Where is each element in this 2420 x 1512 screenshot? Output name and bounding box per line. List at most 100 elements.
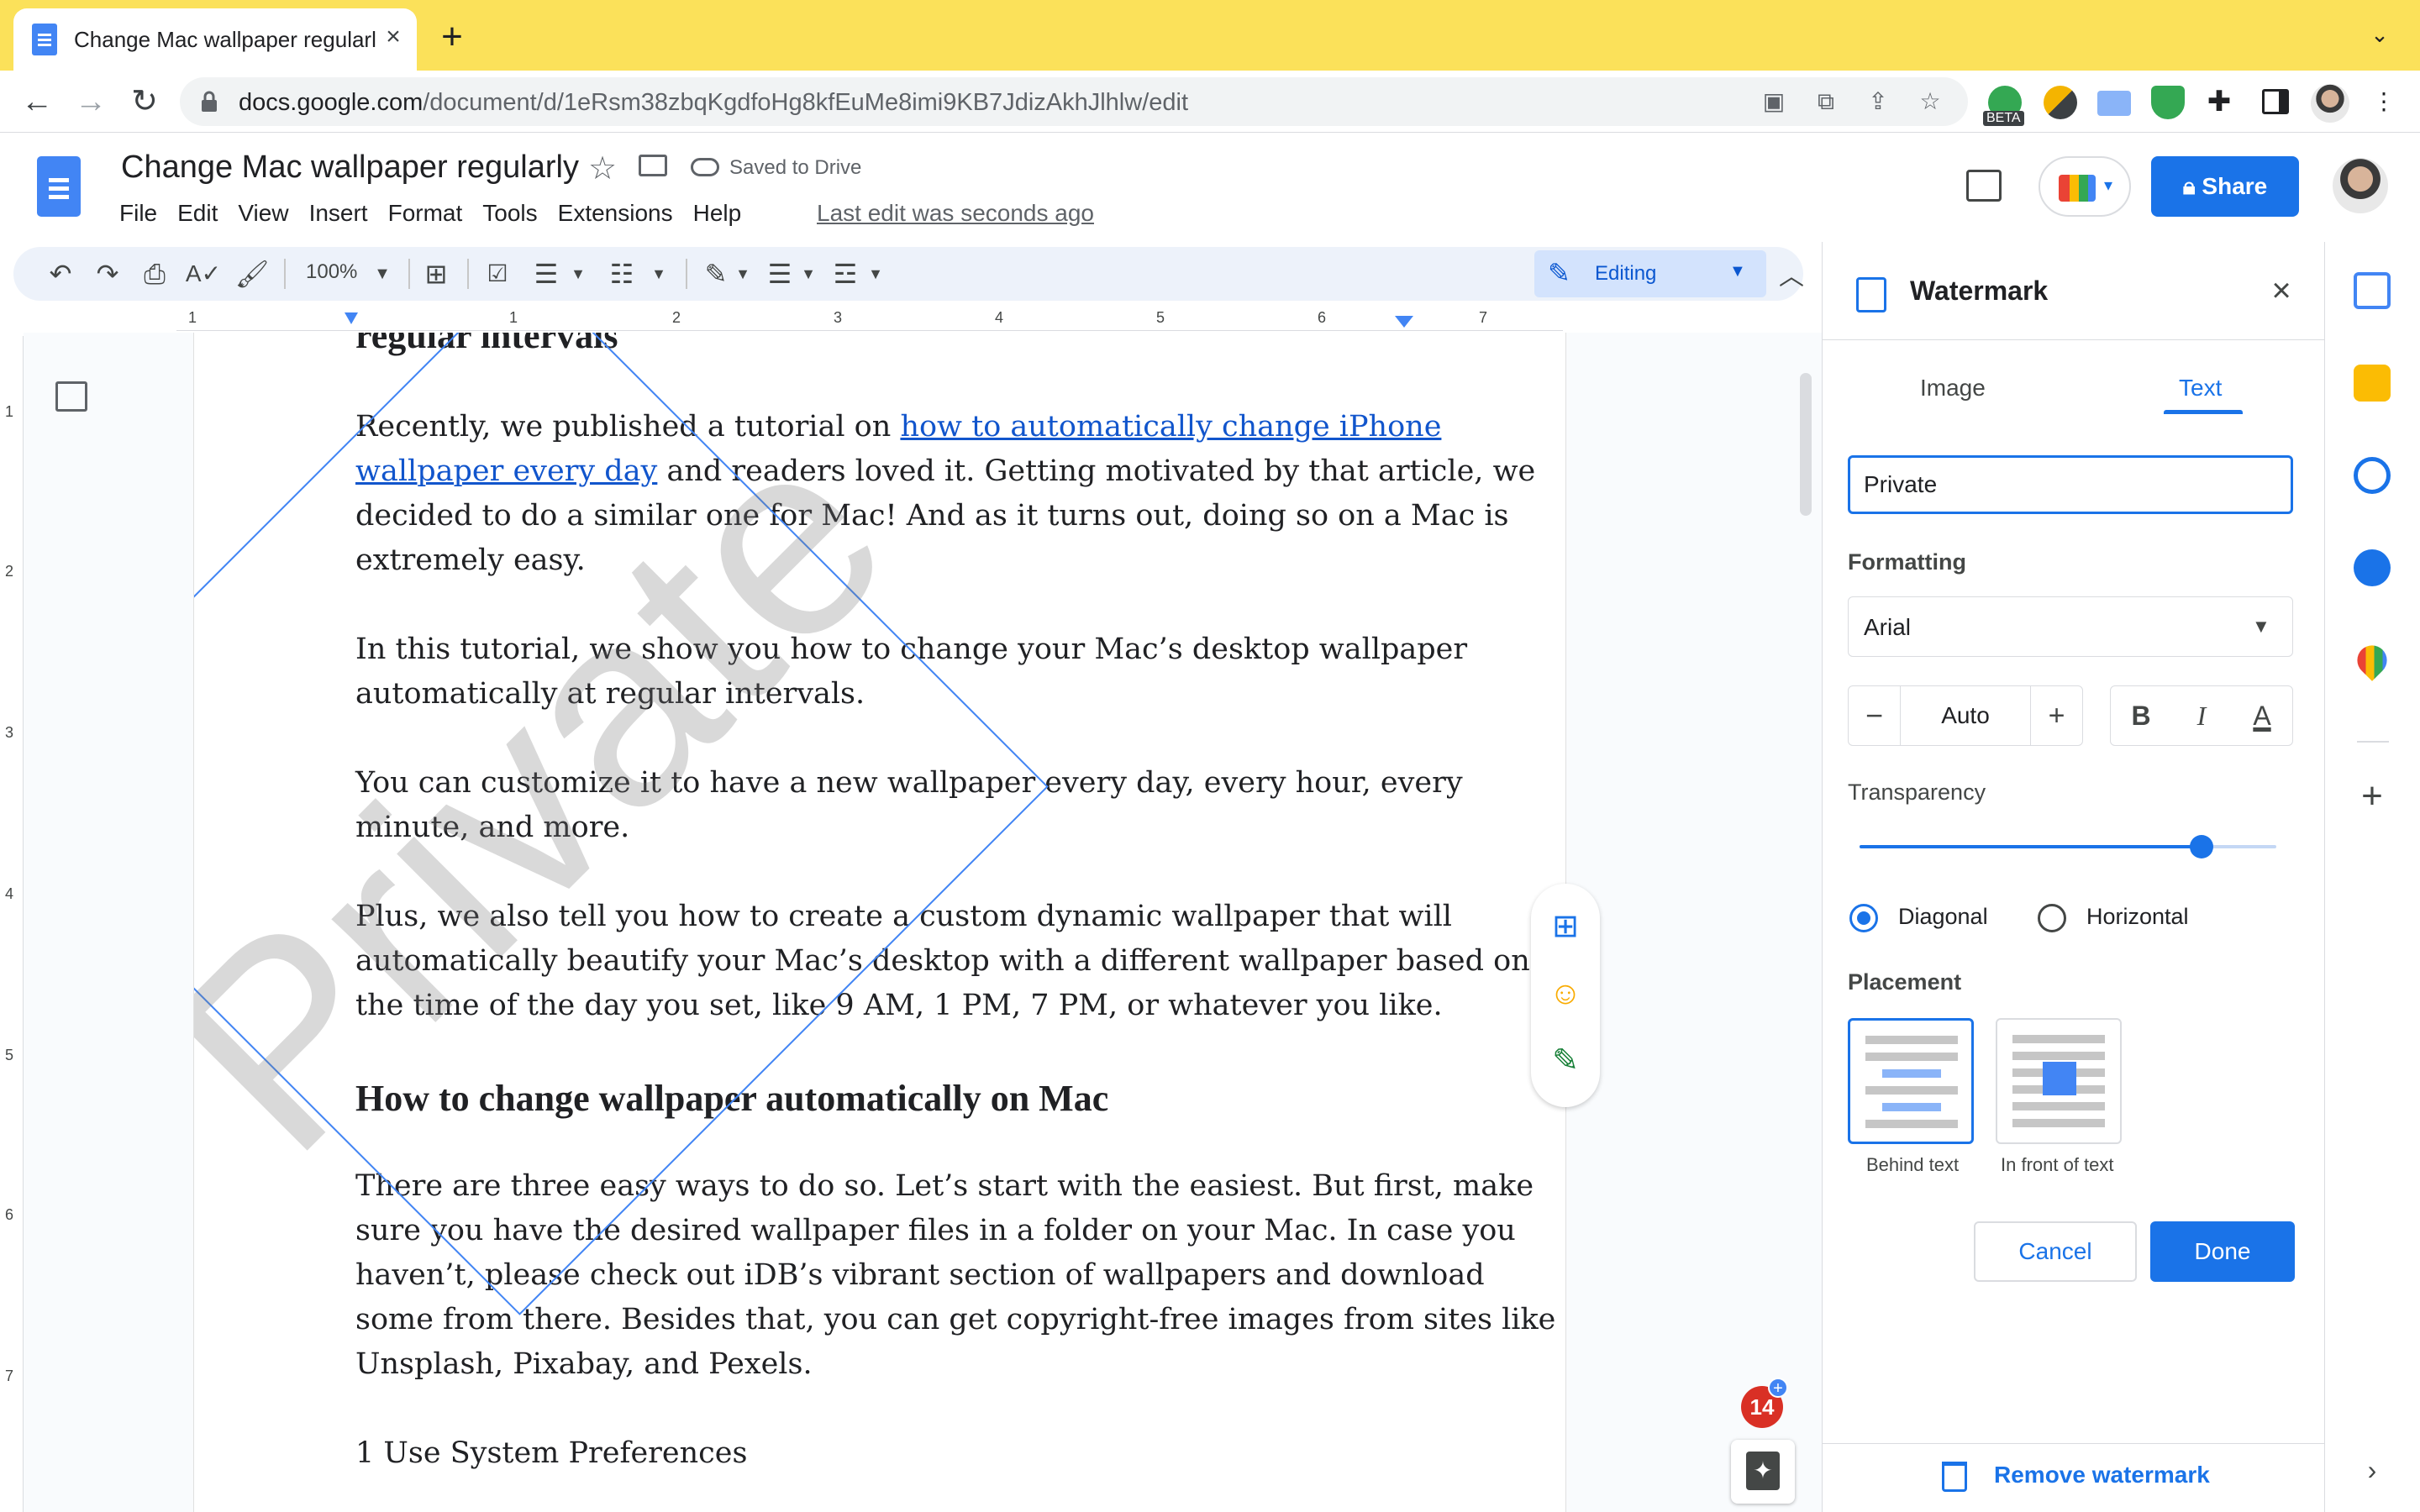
tasks-icon[interactable] <box>2354 457 2391 494</box>
line-weight-caret-icon[interactable]: ▼ <box>798 255 818 292</box>
last-edit-link[interactable]: Last edit was seconds ago <box>817 200 1094 227</box>
menu-format[interactable]: Format <box>378 200 473 234</box>
text-color-button[interactable]: A <box>2232 686 2292 745</box>
tab-search-chevron-icon[interactable]: ⌄ <box>2363 22 2396 55</box>
bullet-caret-icon[interactable]: ▼ <box>568 255 588 292</box>
placement-in-front-of-text[interactable] <box>1996 1018 2122 1144</box>
slider-thumb[interactable] <box>2190 835 2213 858</box>
watermark-text-input[interactable] <box>1848 455 2293 514</box>
emoji-reaction-icon[interactable]: ☺ <box>1546 974 1585 1013</box>
extension-orange-icon[interactable] <box>2044 86 2077 119</box>
share-button[interactable]: 🔒︎ Share <box>2151 156 2299 217</box>
forward-button[interactable]: → <box>67 78 114 125</box>
reload-button[interactable]: ↻ <box>121 78 168 125</box>
new-tab-button[interactable]: + <box>434 18 471 55</box>
trash-icon[interactable] <box>1942 1462 1967 1492</box>
decrease-size-button[interactable]: − <box>1849 686 1901 745</box>
suggest-edits-icon[interactable]: ✎ <box>1546 1042 1585 1080</box>
comments-icon[interactable] <box>1966 170 2002 202</box>
url-text[interactable]: docs.google.com/document/d/1eRsm38zbqKgd… <box>239 89 1188 117</box>
close-icon[interactable]: × <box>2261 270 2302 311</box>
calendar-icon[interactable] <box>2354 272 2391 309</box>
document-canvas[interactable]: regular intervals Recently, we published… <box>24 333 1822 1512</box>
line-weight-icon[interactable]: ☰ <box>761 255 798 292</box>
collapse-menus-icon[interactable]: ︿ <box>1773 255 1810 292</box>
profile-avatar[interactable] <box>2311 84 2349 123</box>
contacts-icon[interactable] <box>2354 549 2391 586</box>
move-folder-icon[interactable] <box>639 155 667 176</box>
menu-view[interactable]: View <box>228 200 298 234</box>
done-button[interactable]: Done <box>2150 1221 2295 1282</box>
document-page[interactable]: regular intervals Recently, we published… <box>193 333 1566 1512</box>
add-comment-icon[interactable]: ⊞ <box>415 255 457 292</box>
camera-blocked-icon[interactable]: ▣ <box>1760 87 1788 116</box>
side-panel-icon[interactable] <box>2262 89 2289 114</box>
docs-logo-icon[interactable] <box>37 156 81 217</box>
vertical-scrollbar[interactable] <box>1800 373 1812 516</box>
maps-icon[interactable] <box>2351 639 2393 681</box>
vertical-ruler[interactable]: 1 2 3 4 5 6 7 <box>0 336 24 1512</box>
menu-extensions[interactable]: Extensions <box>548 200 683 234</box>
diagonal-label[interactable]: Diagonal <box>1898 904 1988 930</box>
horizontal-radio[interactable] <box>2038 904 2066 932</box>
number-caret-icon[interactable]: ▼ <box>649 255 669 292</box>
italic-button[interactable]: I <box>2171 686 2232 745</box>
star-icon[interactable]: ☆ <box>588 150 617 187</box>
line-dash-icon[interactable]: ☲ <box>827 255 864 292</box>
zoom-select[interactable]: 100% <box>306 260 357 284</box>
line-dash-caret-icon[interactable]: ▼ <box>865 255 886 292</box>
extensions-puzzle-icon[interactable]: ✚ <box>2205 87 2233 116</box>
editing-mode-select[interactable]: ✎ Editing ▼ <box>1534 250 1766 297</box>
document-title[interactable]: Change Mac wallpaper regularly <box>121 150 579 186</box>
tab-close-icon[interactable]: × <box>376 20 410 54</box>
back-button[interactable]: ← <box>13 78 60 125</box>
document-outline-icon[interactable] <box>55 381 87 412</box>
expand-side-panel-icon[interactable]: › <box>2354 1452 2391 1488</box>
browser-menu-icon[interactable]: ⋮ <box>2370 87 2398 116</box>
horizontal-ruler[interactable]: 1 1 2 3 4 5 6 7 <box>176 307 1563 331</box>
diagonal-radio[interactable] <box>1849 904 1878 932</box>
undo-icon[interactable]: ↶ <box>42 255 79 292</box>
remove-watermark-button[interactable]: Remove watermark <box>1994 1462 2210 1488</box>
paint-format-icon[interactable]: 🖌︎ <box>234 255 271 292</box>
lock-icon[interactable] <box>200 91 218 113</box>
tab-image[interactable]: Image <box>1920 375 1986 402</box>
font-size-value[interactable]: Auto <box>1901 686 2030 745</box>
menu-edit[interactable]: Edit <box>167 200 228 234</box>
bold-button[interactable]: B <box>2111 686 2171 745</box>
account-avatar[interactable] <box>2333 158 2388 213</box>
add-comment-icon[interactable]: ⊞ <box>1546 907 1585 946</box>
right-indent-marker-icon[interactable] <box>1395 316 1413 328</box>
extension-screen-icon[interactable] <box>2097 91 2131 116</box>
spellcheck-icon[interactable]: A✓ <box>185 255 222 292</box>
menu-file[interactable]: File <box>109 200 167 234</box>
open-in-window-icon[interactable]: ⧉ <box>1812 87 1840 116</box>
increase-size-button[interactable]: + <box>2030 686 2082 745</box>
address-bar[interactable]: docs.google.com/document/d/1eRsm38zbqKgd… <box>180 77 1968 126</box>
menu-tools[interactable]: Tools <box>472 200 547 234</box>
transparency-slider[interactable] <box>1860 845 2276 848</box>
numbered-list-icon[interactable]: ☷ <box>603 255 640 292</box>
horizontal-label[interactable]: Horizontal <box>2086 904 2189 930</box>
print-icon[interactable]: ⎙ <box>136 255 173 292</box>
keep-icon[interactable] <box>2354 365 2391 402</box>
redo-icon[interactable]: ↷ <box>89 255 126 292</box>
placement-behind-text[interactable] <box>1848 1018 1974 1144</box>
bulleted-list-icon[interactable]: ☰ <box>528 255 565 292</box>
checklist-icon[interactable]: ☑ <box>479 255 516 292</box>
get-add-ons-icon[interactable]: + <box>2354 778 2391 815</box>
cancel-button[interactable]: Cancel <box>1974 1221 2137 1282</box>
menu-insert[interactable]: Insert <box>299 200 378 234</box>
extension-shield-icon[interactable] <box>2151 86 2185 119</box>
share-page-icon[interactable]: ⇪ <box>1864 87 1892 116</box>
browser-tab[interactable]: Change Mac wallpaper regularly × <box>13 8 417 71</box>
explore-button[interactable]: ✦ <box>1731 1440 1795 1504</box>
zoom-caret-icon[interactable]: ▼ <box>370 255 395 292</box>
tab-text[interactable]: Text <box>2179 375 2222 402</box>
meet-button[interactable]: ▾ <box>2039 156 2131 217</box>
font-select[interactable]: Arial ▼ <box>1848 596 2293 657</box>
left-indent-marker-icon[interactable] <box>345 312 358 324</box>
menu-help[interactable]: Help <box>683 200 752 234</box>
pen-caret-icon[interactable]: ▼ <box>733 255 753 292</box>
pen-icon[interactable]: ✎ <box>697 255 734 292</box>
